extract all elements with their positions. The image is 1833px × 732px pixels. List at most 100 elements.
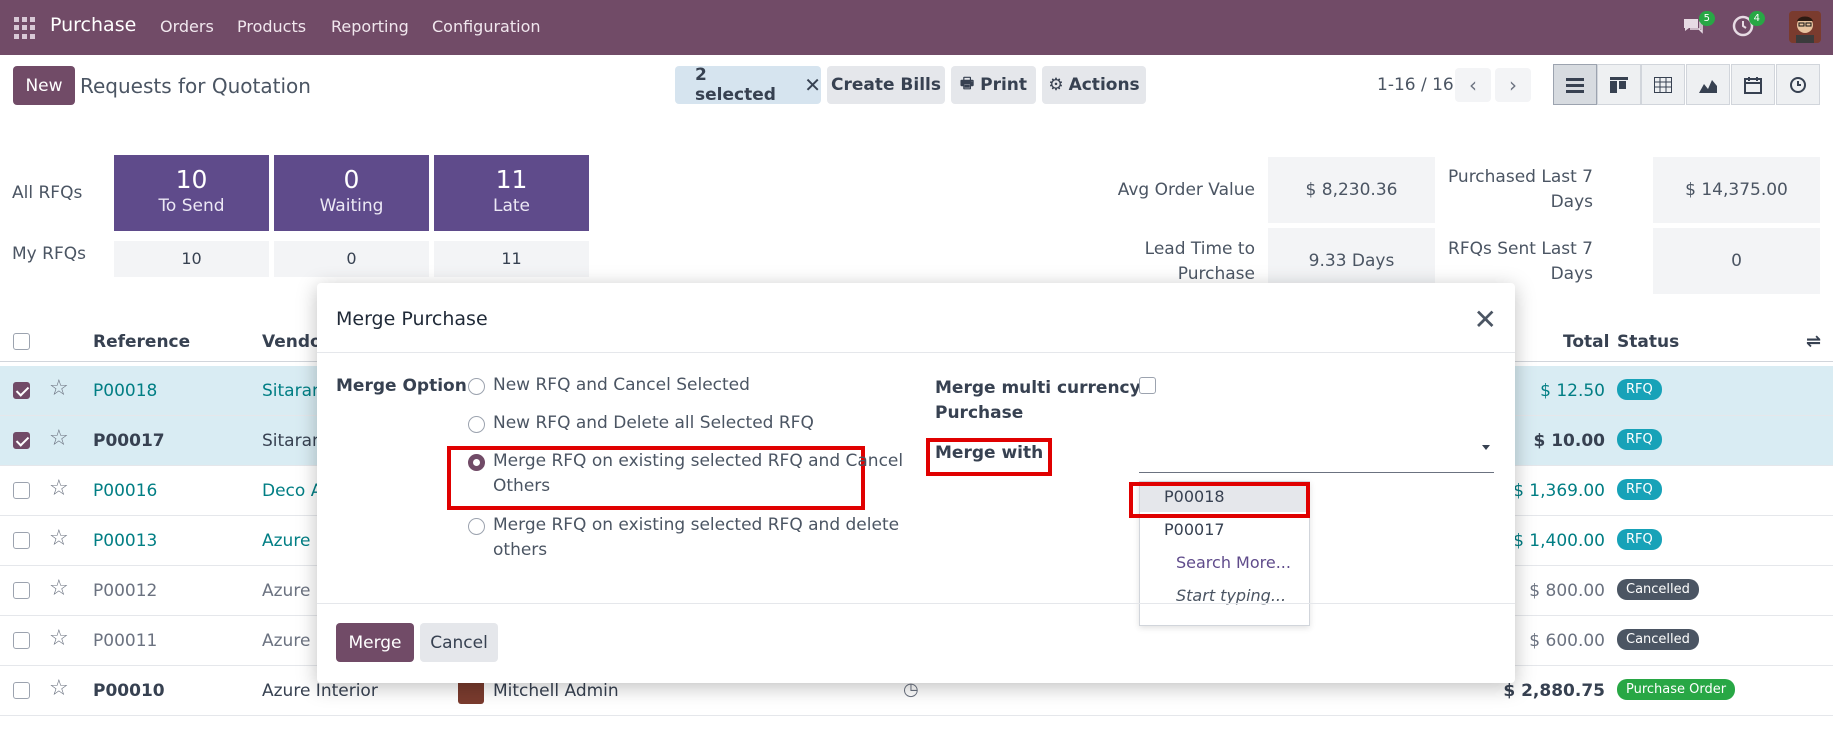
merge-multi-currency-checkbox[interactable] <box>1139 377 1156 394</box>
row-checkbox[interactable] <box>13 682 30 699</box>
pager-next-icon[interactable]: › <box>1495 68 1531 102</box>
status-badge: RFQ <box>1617 529 1662 550</box>
late-count: 11 <box>495 165 528 194</box>
option-merge-existing-delete-line2: others <box>493 540 548 560</box>
star-icon[interactable]: ☆ <box>49 576 69 601</box>
row-checkbox[interactable] <box>13 432 30 449</box>
dialog-title: Merge Purchase <box>336 308 488 330</box>
new-button[interactable]: New <box>13 66 75 105</box>
option-merge-existing-delete[interactable]: Merge RFQ on existing selected RFQ and d… <box>493 513 899 563</box>
print-button[interactable]: 🖶 Print <box>951 66 1036 104</box>
radio-new-rfq-delete[interactable] <box>468 416 485 433</box>
to-send-label: To Send <box>158 196 225 216</box>
waiting-label: Waiting <box>319 196 384 216</box>
row-total: $ 1,400.00 <box>1513 531 1605 551</box>
option-merge-existing-cancel-line2: Others <box>493 476 551 496</box>
merge-option-label: Merge Option <box>336 376 467 396</box>
selected-count: 2 selected <box>695 65 776 105</box>
menu-orders[interactable]: Orders <box>160 17 214 36</box>
waiting-count: 0 <box>343 165 360 194</box>
option-merge-existing-cancel[interactable]: Merge RFQ on existing selected RFQ and C… <box>493 449 903 499</box>
merge-multi-currency-label: Merge multi currency Purchase <box>935 376 1141 426</box>
star-icon[interactable]: ☆ <box>49 426 69 451</box>
star-icon[interactable]: ☆ <box>49 676 69 701</box>
purchased-label-line2: Days <box>1550 192 1593 212</box>
my-late[interactable]: 11 <box>434 241 589 277</box>
dropdown-search-more[interactable]: Search More... <box>1140 548 1309 578</box>
late-card[interactable]: 11 Late <box>434 155 589 231</box>
row-reference: P00016 <box>93 481 158 501</box>
to-send-card[interactable]: 10 To Send <box>114 155 269 231</box>
radio-new-rfq-cancel[interactable] <box>468 378 485 395</box>
row-checkbox[interactable] <box>13 482 30 499</box>
row-total: $ 1,369.00 <box>1513 481 1605 501</box>
merge-button[interactable]: Merge <box>336 623 414 662</box>
optional-columns-icon[interactable]: ⇌ <box>1806 331 1821 352</box>
waiting-card[interactable]: 0 Waiting <box>274 155 429 231</box>
row-checkbox[interactable] <box>13 382 30 399</box>
dropdown-caret-icon[interactable] <box>1482 445 1490 450</box>
pager-value[interactable]: 1-16 / 16 <box>1377 75 1454 95</box>
gear-icon: ⚙ <box>1048 75 1064 95</box>
radio-merge-existing-cancel[interactable] <box>468 454 485 471</box>
messages-badge: 5 <box>1698 11 1715 26</box>
to-send-count: 10 <box>175 165 208 194</box>
star-icon[interactable]: ☆ <box>49 526 69 551</box>
menu-reporting[interactable]: Reporting <box>331 17 409 36</box>
close-icon[interactable]: ✕ <box>1474 303 1497 336</box>
clear-selection-icon[interactable]: ✕ <box>804 73 821 97</box>
rfqs-sent-last-7-label: RFQs Sent Last 7 Days <box>1428 237 1593 287</box>
activities-badge: 4 <box>1748 11 1765 26</box>
row-checkbox[interactable] <box>13 532 30 549</box>
kanban-view-icon[interactable] <box>1597 64 1641 105</box>
menu-products[interactable]: Products <box>237 17 306 36</box>
row-vendor: Azure I <box>262 631 321 651</box>
pivot-view-icon[interactable] <box>1641 64 1685 105</box>
col-reference[interactable]: Reference <box>93 332 190 352</box>
dropdown-option-p00017[interactable]: P00017 <box>1140 515 1309 545</box>
activity-view-icon[interactable] <box>1776 64 1820 105</box>
row-reference: P00012 <box>93 581 158 601</box>
menu-configuration[interactable]: Configuration <box>432 17 541 36</box>
cancel-button[interactable]: Cancel <box>420 623 498 662</box>
actions-button[interactable]: ⚙ Actions <box>1042 66 1146 104</box>
row-buyer: Mitchell Admin <box>493 681 619 701</box>
merge-multi-currency-line1: Merge multi currency <box>935 378 1141 398</box>
star-icon[interactable]: ☆ <box>49 476 69 501</box>
option-new-rfq-cancel[interactable]: New RFQ and Cancel Selected <box>493 373 750 398</box>
messages-icon[interactable]: 5 <box>1681 11 1715 40</box>
list-view-icon[interactable] <box>1553 64 1597 105</box>
status-badge: RFQ <box>1617 379 1662 400</box>
activities-icon[interactable]: 4 <box>1731 11 1765 40</box>
my-waiting[interactable]: 0 <box>274 241 429 277</box>
dropdown-start-typing: Start typing... <box>1176 586 1287 605</box>
apps-menu-icon[interactable] <box>14 17 36 39</box>
create-bills-button[interactable]: Create Bills <box>827 66 945 104</box>
row-checkbox[interactable] <box>13 582 30 599</box>
merge-multi-currency-line2: Purchase <box>935 403 1024 423</box>
user-avatar[interactable] <box>1789 11 1821 43</box>
app-brand[interactable]: Purchase <box>50 14 136 36</box>
pager-previous-icon[interactable]: ‹ <box>1455 68 1491 102</box>
selection-indicator: 2 selected ✕ <box>675 65 821 105</box>
calendar-view-icon[interactable] <box>1731 64 1775 105</box>
top-navbar: Purchase Orders Products Reporting Confi… <box>0 0 1833 55</box>
dialog-footer-divider <box>317 603 1515 604</box>
col-status[interactable]: Status <box>1617 332 1679 352</box>
purchased-label-line1: Purchased Last 7 <box>1447 167 1593 187</box>
graph-view-icon[interactable] <box>1686 64 1730 105</box>
merge-purchase-dialog: Merge Purchase ✕ Merge Option New RFQ an… <box>317 283 1515 683</box>
select-all-checkbox[interactable] <box>13 333 30 350</box>
star-icon[interactable]: ☆ <box>49 626 69 651</box>
option-new-rfq-delete[interactable]: New RFQ and Delete all Selected RFQ <box>493 411 814 436</box>
purchased-last-7-label: Purchased Last 7 Days <box>1428 165 1593 215</box>
star-icon[interactable]: ☆ <box>49 376 69 401</box>
my-to-send[interactable]: 10 <box>114 241 269 277</box>
radio-merge-existing-delete[interactable] <box>468 518 485 535</box>
row-reference: P00013 <box>93 531 158 551</box>
col-total[interactable]: Total <box>1563 332 1609 352</box>
row-checkbox[interactable] <box>13 632 30 649</box>
row-reference: P00010 <box>93 681 165 701</box>
print-icon: 🖶 <box>959 73 975 92</box>
merge-with-input[interactable] <box>1139 433 1494 473</box>
